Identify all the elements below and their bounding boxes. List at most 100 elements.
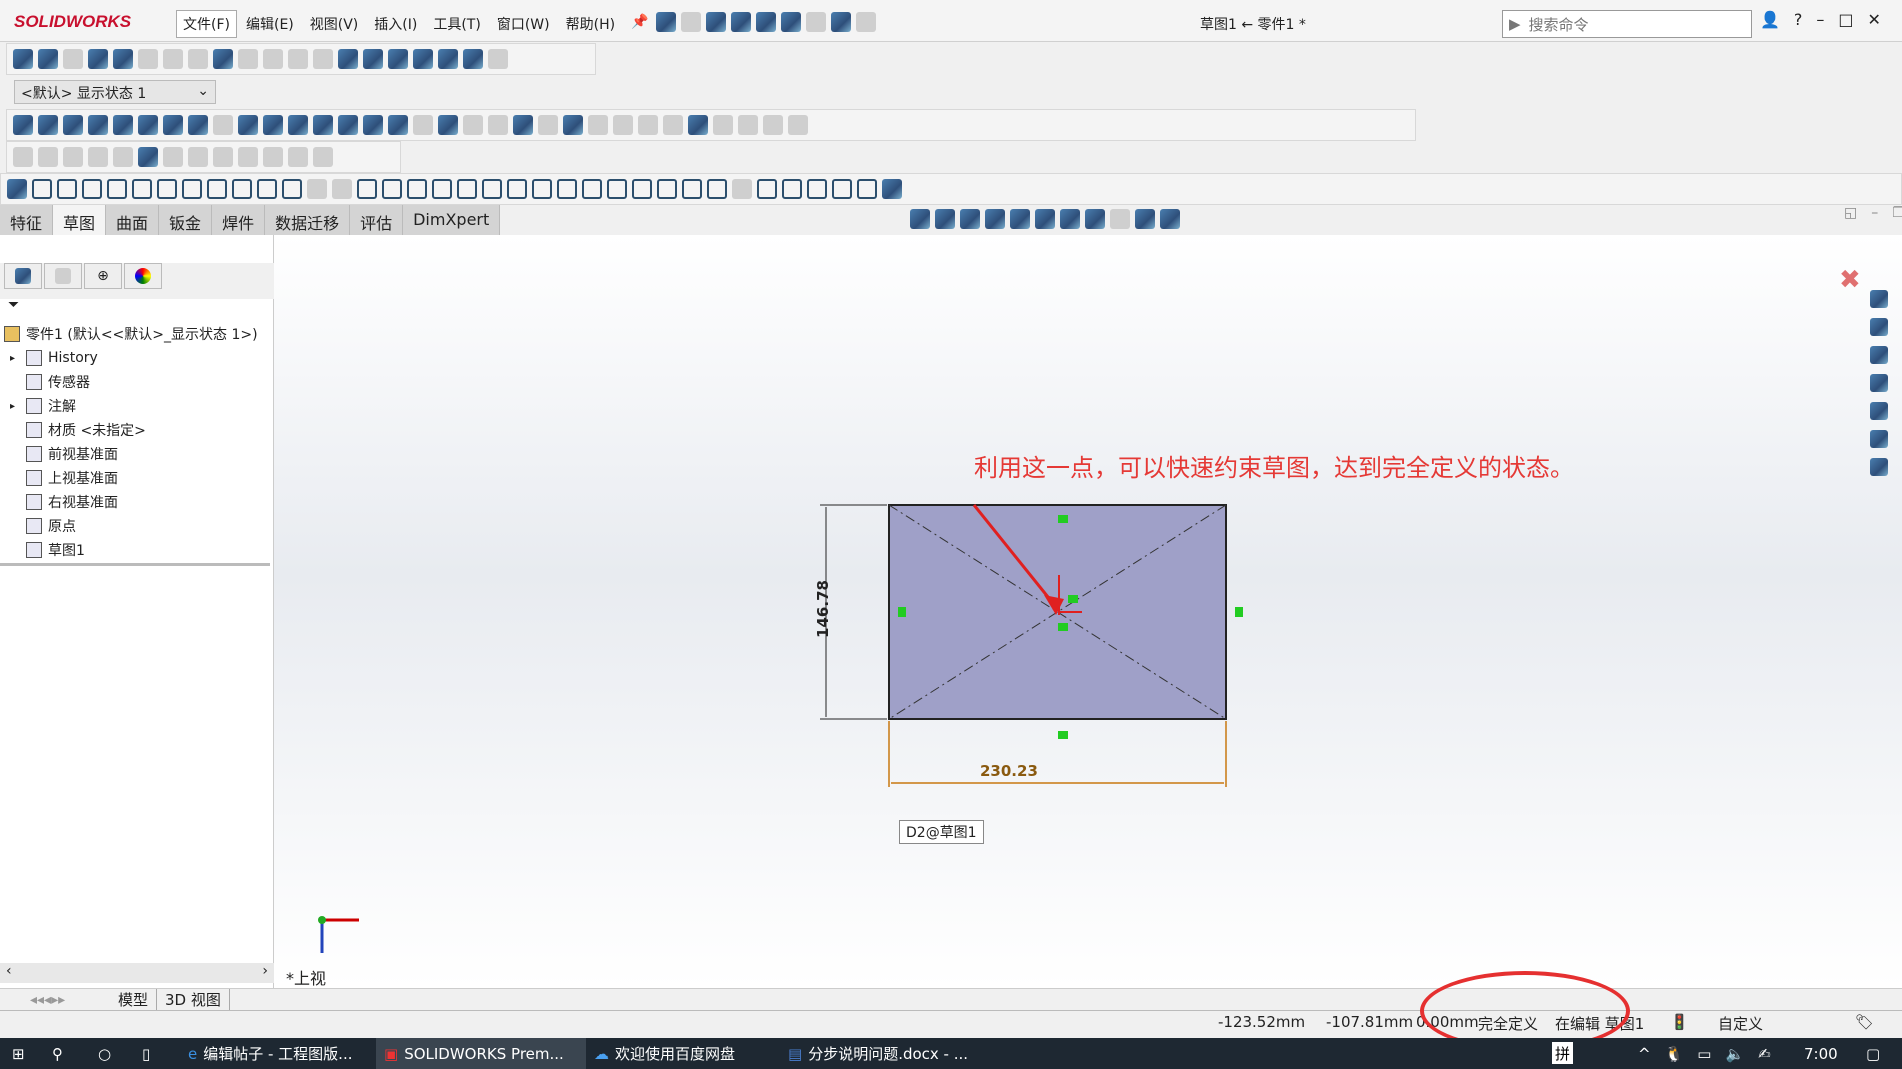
params-icon[interactable] [238,115,258,135]
centerline-icon[interactable] [707,179,727,199]
feature-manager-tab[interactable] [4,263,42,289]
appearances-icon[interactable] [1870,402,1888,420]
minimize-button[interactable]: – [1816,10,1824,29]
weld-icon[interactable] [113,115,133,135]
equations-icon[interactable] [213,49,233,69]
horizontal-scrollbar[interactable]: ‹ › [0,963,274,983]
undercut-icon[interactable] [238,49,258,69]
property-manager-tab[interactable] [44,263,82,289]
qq-icon[interactable]: 🐧 [1665,1045,1684,1063]
print-icon[interactable] [756,12,776,32]
filter-icon[interactable]: ⏷ [8,297,19,313]
note-icon[interactable] [413,115,433,135]
performance-icon[interactable] [113,49,133,69]
options-icon[interactable] [856,12,876,32]
home-icon[interactable] [656,12,676,32]
block-icon[interactable] [463,115,483,135]
export-pdf-icon[interactable] [363,115,383,135]
frame-icon[interactable] [263,115,283,135]
tree-item[interactable]: 前视基准面 [10,443,118,465]
tree-item[interactable]: 材质 <未指定> [10,419,146,441]
fastener-icon[interactable] [213,115,233,135]
expand-icon[interactable]: ▸ [10,401,20,412]
mirror-entities-icon[interactable] [757,179,777,199]
render4-icon[interactable] [88,147,108,167]
edit-appearance-icon[interactable] [1110,209,1130,229]
table-icon[interactable] [488,115,508,135]
curve2-icon[interactable] [613,115,633,135]
offset-icon[interactable] [432,179,452,199]
curve-a-icon[interactable] [607,179,627,199]
circle-icon[interactable] [132,179,152,199]
point-icon[interactable] [582,179,602,199]
curve-c-icon[interactable] [657,179,677,199]
render11-icon[interactable] [288,147,308,167]
polygon-icon[interactable] [232,179,252,199]
rapid-sketch-icon[interactable] [782,179,802,199]
cortana-icon[interactable]: ○ [90,1038,119,1069]
spline-icon[interactable] [257,179,277,199]
zebra-icon[interactable] [413,49,433,69]
resources-icon[interactable] [1870,290,1888,308]
measure-icon[interactable] [38,49,58,69]
select-icon[interactable] [806,12,826,32]
tray-chevron-icon[interactable]: ^ [1638,1045,1651,1063]
excel-table-icon[interactable] [363,49,383,69]
smart-dim-icon[interactable] [38,115,58,135]
section-view-icon[interactable] [985,209,1005,229]
hierarchy-icon[interactable] [63,115,83,135]
display-style-icon[interactable] [1060,209,1080,229]
render10-icon[interactable] [263,147,283,167]
menu-insert[interactable]: 插入(I) [367,10,424,38]
graphics-area[interactable]: 利用这一点，可以快速约束草图，达到完全定义的状态。 146.78 230.23 … [274,205,1902,988]
render9-icon[interactable] [238,147,258,167]
render12-icon[interactable] [313,147,333,167]
taskbar-word[interactable]: ▤ 分步说明问题.docx - ... [780,1038,976,1069]
render8-icon[interactable] [213,147,233,167]
extend-icon[interactable] [738,115,758,135]
shaded-sketch-icon[interactable] [882,179,902,199]
print-doc-icon[interactable] [513,115,533,135]
task-view-icon[interactable]: ▯ [134,1038,158,1069]
tree-item[interactable]: 传感器 [10,371,90,393]
configuration-manager-tab[interactable]: ⊕ [84,263,122,289]
repair-icon[interactable] [557,179,577,199]
render6-icon[interactable] [163,147,183,167]
curve4-icon[interactable] [663,115,683,135]
file-explorer-icon[interactable] [1870,346,1888,364]
display-state-dropdown[interactable]: <默认> 显示状态 1 ⌄ [14,80,216,104]
maximize-button[interactable]: □ [1838,10,1853,29]
tab-sheet-metal[interactable]: 钣金 [159,205,213,235]
convert-icon[interactable] [482,179,502,199]
tab-data-migration[interactable]: 数据迁移 [265,205,351,235]
solidworks-pdf-icon[interactable] [338,115,358,135]
display-relations-icon[interactable] [807,179,827,199]
zoom-area-icon[interactable] [935,209,955,229]
dimension-146-78[interactable]: 146.78 [814,580,832,638]
sketch-picture-icon[interactable] [732,179,752,199]
tab-dimxpert[interactable]: DimXpert [403,205,501,235]
tree-item[interactable]: ▸ 注解 [10,395,76,417]
arc-icon[interactable] [763,115,783,135]
search-commands-input[interactable]: ▶ 搜索命令 [1502,10,1752,38]
taskbar-solidworks[interactable]: ▣ SOLIDWORKS Prem... [376,1038,586,1069]
save-icon[interactable] [731,12,751,32]
curve1-icon[interactable] [588,115,608,135]
tree-item[interactable]: ▸ History [10,347,98,369]
mirror-icon[interactable] [407,179,427,199]
geometry-analysis-icon[interactable] [163,49,183,69]
stamp-icon[interactable] [538,115,558,135]
linear-pattern-icon[interactable] [457,179,477,199]
view-settings-icon[interactable] [1160,209,1180,229]
dimension-230-23[interactable]: 230.23 [980,762,1038,780]
ellipse-icon[interactable] [282,179,302,199]
taskbar-edge[interactable]: e 编辑帖子 - 工程图版... [180,1038,361,1069]
battery-icon[interactable]: ▭ [1697,1045,1711,1063]
checkmark-icon[interactable] [438,49,458,69]
target-icon[interactable] [138,147,158,167]
display-manager-tab[interactable] [124,263,162,289]
slot-icon[interactable] [107,179,127,199]
text-a-icon[interactable] [388,115,408,135]
design-library-icon[interactable] [1870,318,1888,336]
tree-item[interactable]: 原点 [10,515,76,537]
